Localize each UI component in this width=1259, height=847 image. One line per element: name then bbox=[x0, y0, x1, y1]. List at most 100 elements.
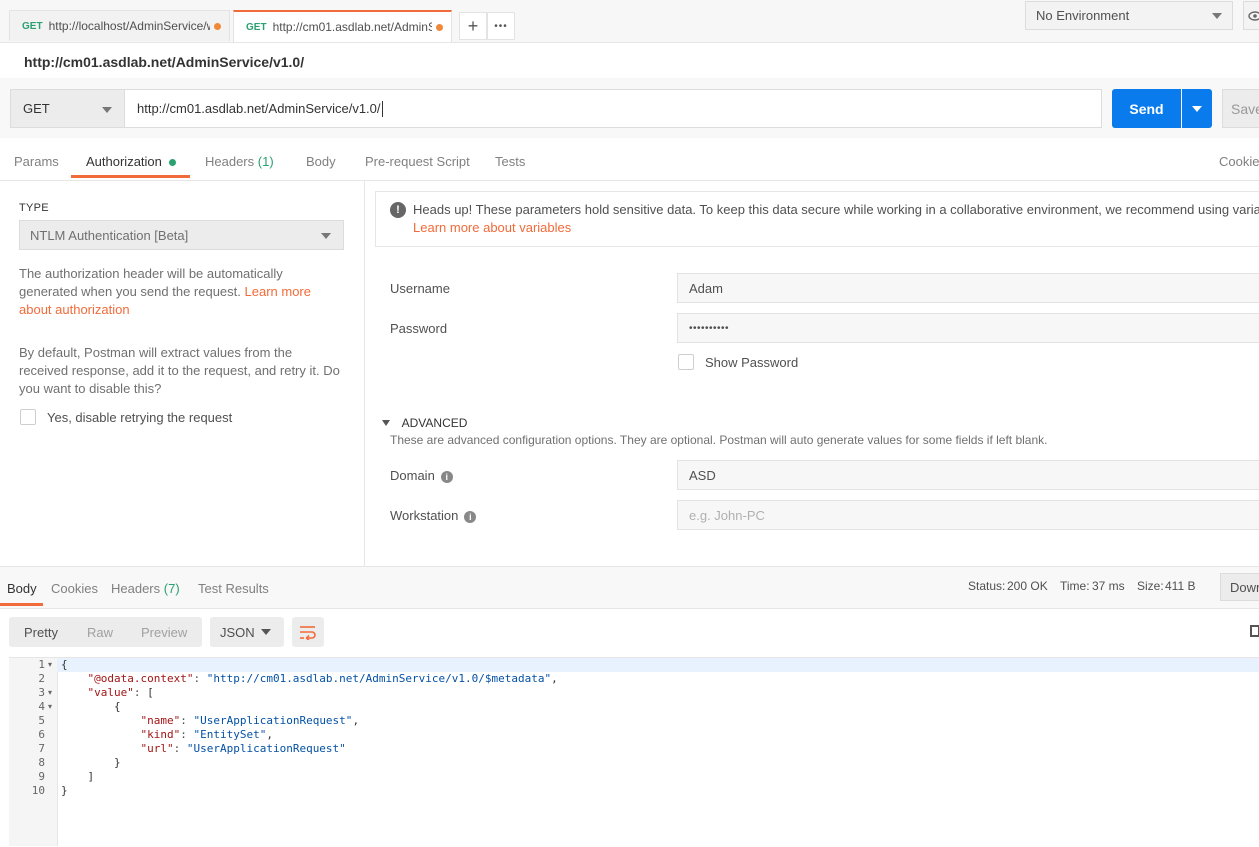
auth-type-select[interactable]: NTLM Authentication [Beta] bbox=[19, 220, 344, 250]
environment-quick-look-button[interactable] bbox=[1243, 1, 1259, 30]
json-punctuation: , bbox=[551, 672, 558, 685]
view-preview-button[interactable]: Preview bbox=[141, 625, 187, 640]
request-tab-localhost[interactable]: GET http://localhost/AdminService/w bbox=[9, 10, 230, 41]
fold-toggle-icon[interactable]: ▾ bbox=[48, 660, 52, 669]
code-line: "@odata.context": "http://cm01.asdlab.ne… bbox=[87, 672, 558, 685]
view-pretty-button[interactable]: Pretty bbox=[24, 625, 58, 640]
ellipsis-icon: ••• bbox=[494, 20, 508, 32]
response-tab-cookies[interactable]: Cookies bbox=[51, 581, 98, 596]
json-string-value: "UserApplicationRequest" bbox=[193, 714, 353, 727]
json-key: "@odata.context" bbox=[87, 672, 194, 685]
tab-pre-request-script[interactable]: Pre-request Script bbox=[365, 154, 470, 169]
show-password-label: Show Password bbox=[705, 355, 799, 370]
json-key: "name" bbox=[140, 714, 181, 727]
retry-description: By default, Postman will extract values … bbox=[19, 345, 340, 396]
json-key: "kind" bbox=[140, 728, 181, 741]
method-value: GET bbox=[23, 101, 50, 116]
chevron-down-icon bbox=[261, 629, 271, 635]
response-tab-headers[interactable]: Headers (7) bbox=[111, 581, 180, 596]
username-label: Username bbox=[390, 281, 450, 296]
code-line: "kind": "EntitySet", bbox=[140, 728, 273, 741]
json-punctuation: , bbox=[266, 728, 273, 741]
json-key: "value" bbox=[87, 686, 134, 699]
auth-description-text: The authorization header will be automat… bbox=[19, 266, 283, 299]
size-value[interactable]: 411 B bbox=[1165, 579, 1195, 593]
active-dot-icon bbox=[168, 159, 176, 167]
fold-toggle-icon[interactable]: ▾ bbox=[48, 688, 52, 697]
sensitive-data-alert bbox=[375, 191, 1259, 247]
chevron-down-icon bbox=[321, 233, 331, 239]
info-icon[interactable]: i bbox=[464, 510, 477, 523]
line-number: 6 bbox=[38, 728, 45, 741]
response-tab-test-results[interactable]: Test Results bbox=[198, 581, 269, 596]
download-button[interactable]: Down bbox=[1220, 573, 1259, 601]
time-label: Time: bbox=[1060, 579, 1090, 593]
environment-select[interactable]: No Environment bbox=[1025, 1, 1233, 30]
triangle-down-icon bbox=[382, 419, 390, 426]
disable-retry-checkbox[interactable] bbox=[20, 409, 36, 425]
show-password-checkbox[interactable] bbox=[678, 354, 694, 370]
tab-authorization[interactable]: Authorization bbox=[86, 154, 176, 169]
json-string-value: "UserApplicationRequest" bbox=[186, 742, 346, 755]
code-line: ] bbox=[61, 770, 95, 784]
auth-type-value: NTLM Authentication [Beta] bbox=[30, 227, 189, 243]
save-button[interactable]: Save bbox=[1222, 89, 1259, 128]
password-value: •••••••••• bbox=[689, 322, 730, 334]
method-select[interactable]: GET bbox=[10, 89, 125, 128]
line-number: 1 bbox=[38, 658, 45, 671]
advanced-toggle[interactable]: ADVANCED bbox=[382, 414, 467, 430]
auth-description: The authorization header will be automat… bbox=[19, 265, 344, 319]
unsaved-dot-icon bbox=[436, 23, 443, 31]
send-button[interactable]: Send bbox=[1112, 89, 1181, 128]
tab-headers[interactable]: Headers (1) bbox=[205, 154, 274, 169]
tab-method: GET bbox=[22, 20, 43, 32]
json-punctuation: { bbox=[61, 658, 68, 671]
code-line: "url": "UserApplicationRequest" bbox=[140, 742, 346, 755]
tab-body[interactable]: Body bbox=[306, 154, 336, 169]
domain-input[interactable]: ASD bbox=[677, 460, 1259, 490]
json-string-value: "EntitySet" bbox=[193, 728, 267, 741]
username-input[interactable]: Adam bbox=[677, 273, 1259, 303]
eye-icon bbox=[1248, 11, 1259, 21]
json-punctuation: } bbox=[113, 756, 121, 769]
new-tab-button[interactable]: + bbox=[459, 12, 487, 40]
code-line: "name": "UserApplicationRequest", bbox=[140, 714, 360, 727]
workstation-input[interactable]: e.g. John-PC bbox=[677, 500, 1259, 530]
line-number: 8 bbox=[38, 756, 45, 769]
learn-more-variables-link[interactable]: Learn more about variables bbox=[413, 220, 571, 235]
format-select[interactable]: JSON bbox=[210, 617, 284, 647]
line-number: 10 bbox=[31, 784, 45, 797]
status-label: Status: bbox=[968, 579, 1006, 593]
time-value[interactable]: 37 ms bbox=[1092, 579, 1125, 593]
send-options-button[interactable] bbox=[1182, 89, 1212, 128]
copy-icon[interactable] bbox=[1250, 625, 1259, 637]
code-line: { bbox=[61, 700, 121, 714]
exclamation-icon: ! bbox=[390, 202, 406, 218]
tab-params[interactable]: Params bbox=[14, 154, 59, 169]
wrap-lines-button[interactable] bbox=[292, 617, 324, 647]
status-value[interactable]: 200 OK bbox=[1007, 579, 1048, 593]
cookies-link[interactable]: Cookies bbox=[1219, 154, 1259, 169]
json-punctuation: { bbox=[113, 700, 121, 713]
tab-url: http://localhost/AdminService/w bbox=[48, 19, 210, 33]
disable-retry-label: Yes, disable retrying the request bbox=[47, 410, 233, 425]
fold-toggle-icon[interactable]: ▾ bbox=[48, 702, 52, 711]
password-input[interactable]: •••••••••• bbox=[677, 313, 1259, 343]
tab-tests[interactable]: Tests bbox=[495, 154, 525, 169]
request-tab-cm01[interactable]: GET http://cm01.asdlab.net/AdminSe bbox=[233, 10, 452, 42]
code-line: } bbox=[61, 756, 121, 770]
response-tab-body[interactable]: Body bbox=[7, 581, 37, 596]
code-line: { bbox=[61, 658, 68, 672]
tab-authorization-label: Authorization bbox=[86, 154, 162, 169]
format-value: JSON bbox=[220, 624, 255, 640]
more-tabs-button[interactable]: ••• bbox=[487, 12, 515, 40]
code-line: "value": [ bbox=[87, 686, 154, 699]
response-active-tab-indicator bbox=[0, 603, 43, 606]
chevron-down-icon bbox=[102, 107, 112, 113]
active-line-highlight bbox=[57, 658, 1259, 672]
info-icon[interactable]: i bbox=[440, 470, 453, 483]
json-punctuation: ] bbox=[87, 770, 95, 783]
url-input[interactable]: http://cm01.asdlab.net/AdminService/v1.0… bbox=[125, 89, 1102, 128]
view-raw-button[interactable]: Raw bbox=[87, 625, 113, 640]
response-tab-headers-label: Headers bbox=[111, 581, 161, 596]
